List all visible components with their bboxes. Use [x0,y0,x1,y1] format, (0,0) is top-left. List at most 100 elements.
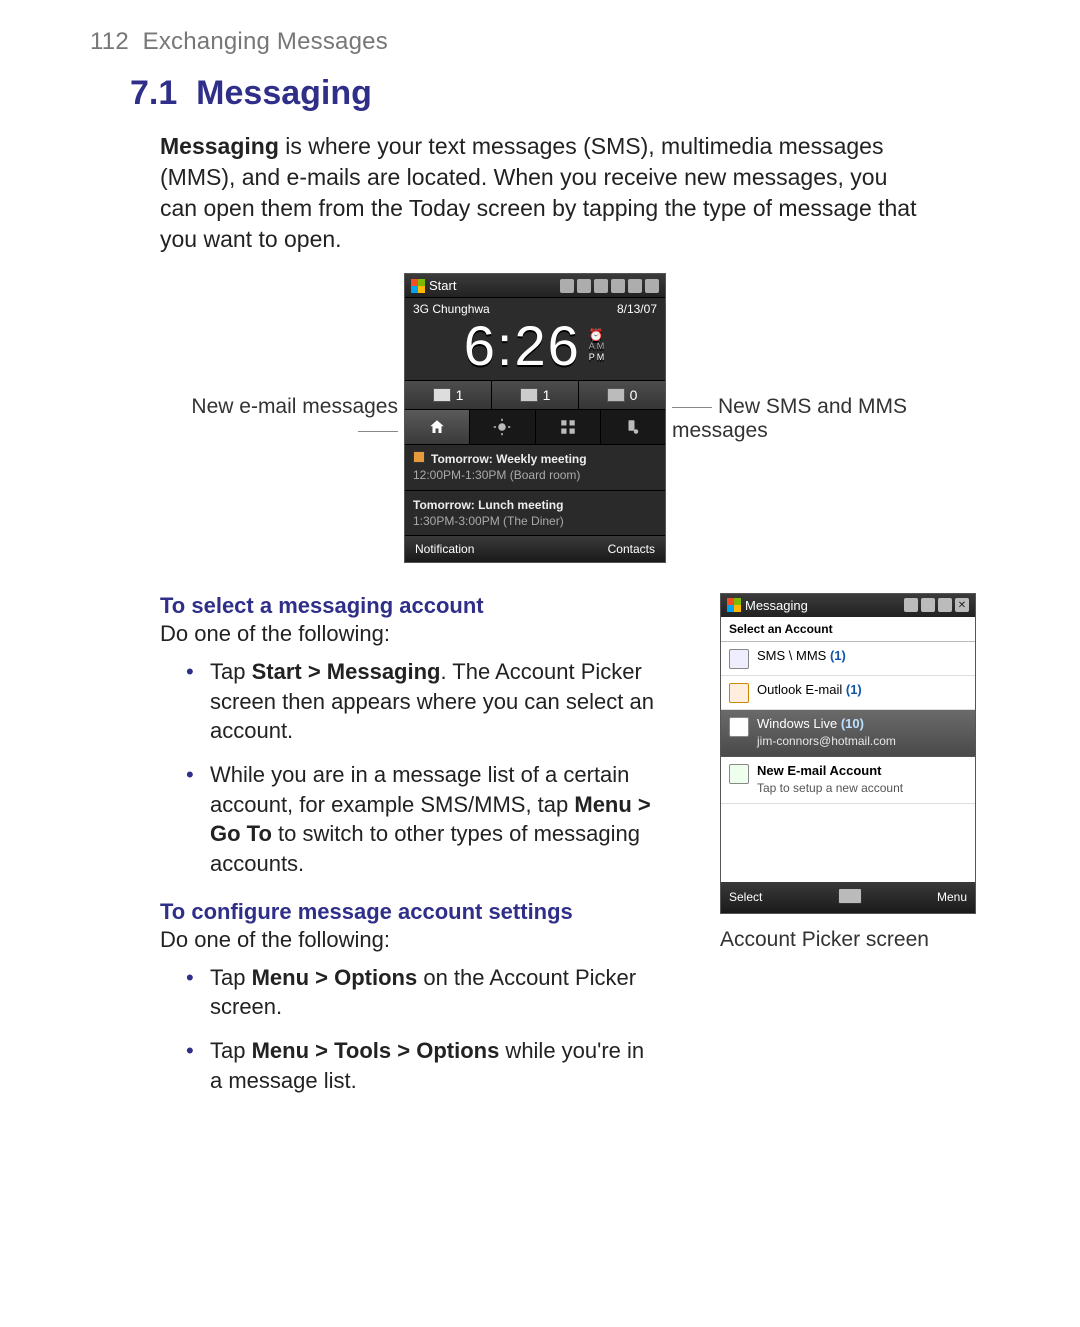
notification-bar: 1 1 0 [405,380,665,410]
tab-music[interactable] [601,410,665,444]
keyboard-icon [838,888,862,904]
windowslive-account-icon [729,717,749,737]
status-icons [560,279,659,293]
sub-heading-select: To select a messaging account [160,593,690,619]
softkey-keyboard[interactable] [762,888,937,907]
softkey-right[interactable]: Menu [937,890,967,904]
status-bar[interactable]: Start [405,274,665,298]
calendar-icon [413,451,425,463]
volume-icon [611,279,625,293]
agenda-title: Tomorrow: Weekly meeting [431,452,587,466]
sms-count: 1 [543,387,551,403]
chapter-title: Exchanging Messages [143,28,388,55]
clock[interactable]: 6:26 ⏰ AM PM [405,316,665,380]
section-title: Messaging [196,74,372,112]
callout-line [672,407,712,408]
account-picker-device: Messaging ✕ Select an Account SMS \ MMS … [720,593,976,914]
account-label: Windows Live [757,716,837,731]
sub-heading-configure: To configure message account settings [160,899,690,925]
page-number: 112 [90,28,129,55]
account-list-item-outlook[interactable]: Outlook E-mail (1) [721,676,975,710]
li-pre: While you are in a message list of a cer… [210,762,629,817]
li-bold: Menu > Tools > Options [252,1038,500,1063]
email-count: 1 [456,387,464,403]
outlook-account-icon [729,683,749,703]
account-list-item-sms[interactable]: SMS \ MMS (1) [721,642,975,676]
am-label: AM [589,341,607,352]
account-label: Outlook E-mail [757,682,842,697]
windows-flag-icon[interactable] [727,598,741,612]
softkey-left[interactable]: Select [729,890,762,904]
callout-right-text: New SMS and MMS messages [672,395,907,442]
sms-count-cell[interactable]: 1 [492,381,579,409]
list-item: Tap Menu > Options on the Account Picker… [160,963,660,1022]
callout-line [358,431,398,432]
softkey-left[interactable]: Notification [415,542,474,556]
tab-home[interactable] [405,410,470,444]
list-item: Tap Menu > Tools > Options while you're … [160,1036,660,1095]
intro-bold: Messaging [160,133,279,159]
agenda-detail: 12:00PM-1:30PM (Board room) [413,468,580,482]
account-list-item-new[interactable]: New E-mail Account Tap to setup a new ac… [721,757,975,804]
list-item: Tap Start > Messaging. The Account Picke… [160,657,660,746]
clock-time: 6:26 [464,318,581,374]
procedure-list-select: Tap Start > Messaging. The Account Picke… [160,657,690,879]
tab-weather[interactable] [470,410,535,444]
data-icon [904,598,918,612]
close-icon[interactable]: ✕ [955,598,969,612]
agenda-item[interactable]: Tomorrow: Lunch meeting 1:30PM-3:00PM (T… [405,491,665,536]
account-list-item-windowslive[interactable]: Windows Live (10) jim-connors@hotmail.co… [721,710,975,757]
figure-caption: Account Picker screen [720,928,990,952]
account-sub: jim-connors@hotmail.com [757,734,896,748]
agenda-detail: 1:30PM-3:00PM (The Diner) [413,514,564,528]
battery-icon [628,279,642,293]
date-label: 8/13/07 [617,302,657,316]
today-screen-device: Start 3G Chunghwa 8/13/07 6:26 ⏰ AM [404,273,666,563]
subsection-text-col: To select a messaging account Do one of … [160,593,690,1116]
li-pre: Tap [210,965,252,990]
procedure-list-configure: Tap Menu > Options on the Account Picker… [160,963,690,1096]
title-bar[interactable]: Messaging ✕ [721,594,975,617]
agenda-item[interactable]: Tomorrow: Weekly meeting 12:00PM-1:30PM … [405,445,665,490]
select-account-header: Select an Account [721,617,975,642]
pm-label: PM [589,352,607,363]
alarm-icon: ⏰ [589,329,606,341]
softkey-right[interactable]: Contacts [608,542,655,556]
li-pre: Tap [210,659,252,684]
agenda-title: Tomorrow: Lunch meeting [413,498,563,512]
li-bold: Start > Messaging [252,659,441,684]
missed-call-cell[interactable]: 0 [579,381,665,409]
subsection-row: To select a messaging account Do one of … [160,593,990,1116]
section-number: 7.1 [130,74,177,112]
new-account-icon [729,764,749,784]
menu-icon [645,279,659,293]
li-post: to switch to other types of messaging ac… [210,821,640,876]
agenda-panel: Tomorrow: Weekly meeting 12:00PM-1:30PM … [405,445,665,536]
launcher-tabs [405,410,665,445]
li-pre: Tap [210,1038,252,1063]
account-count: (1) [830,648,846,663]
manual-page: 112 Exchanging Messages 7.1 Messaging Me… [0,0,1080,1156]
li-bold: Menu > Options [252,965,418,990]
windows-flag-icon[interactable] [411,279,425,293]
today-screen-figure-row: New e-mail messages Start 3G Chunghwa 8 [90,273,990,563]
tab-launcher[interactable] [536,410,601,444]
signal-icon [594,279,608,293]
start-label[interactable]: Start [429,278,456,293]
phone-icon [607,388,625,402]
section-heading: 7.1 Messaging [130,74,990,113]
sync-icon [560,279,574,293]
sms-account-icon [729,649,749,669]
email-count-cell[interactable]: 1 [405,381,492,409]
list-item: While you are in a message list of a cer… [160,760,660,879]
softkey-bar: Select Menu [721,882,975,913]
intro-paragraph: Messaging is where your text messages (S… [160,131,930,255]
volume-icon [938,598,952,612]
data-icon [577,279,591,293]
missed-count: 0 [630,387,638,403]
callout-new-sms: New SMS and MMS messages [672,395,922,443]
account-picker-figure-col: Messaging ✕ Select an Account SMS \ MMS … [720,593,990,952]
leadin-configure: Do one of the following: [160,927,690,953]
account-count: (10) [841,716,864,731]
account-sub: Tap to setup a new account [757,781,903,795]
